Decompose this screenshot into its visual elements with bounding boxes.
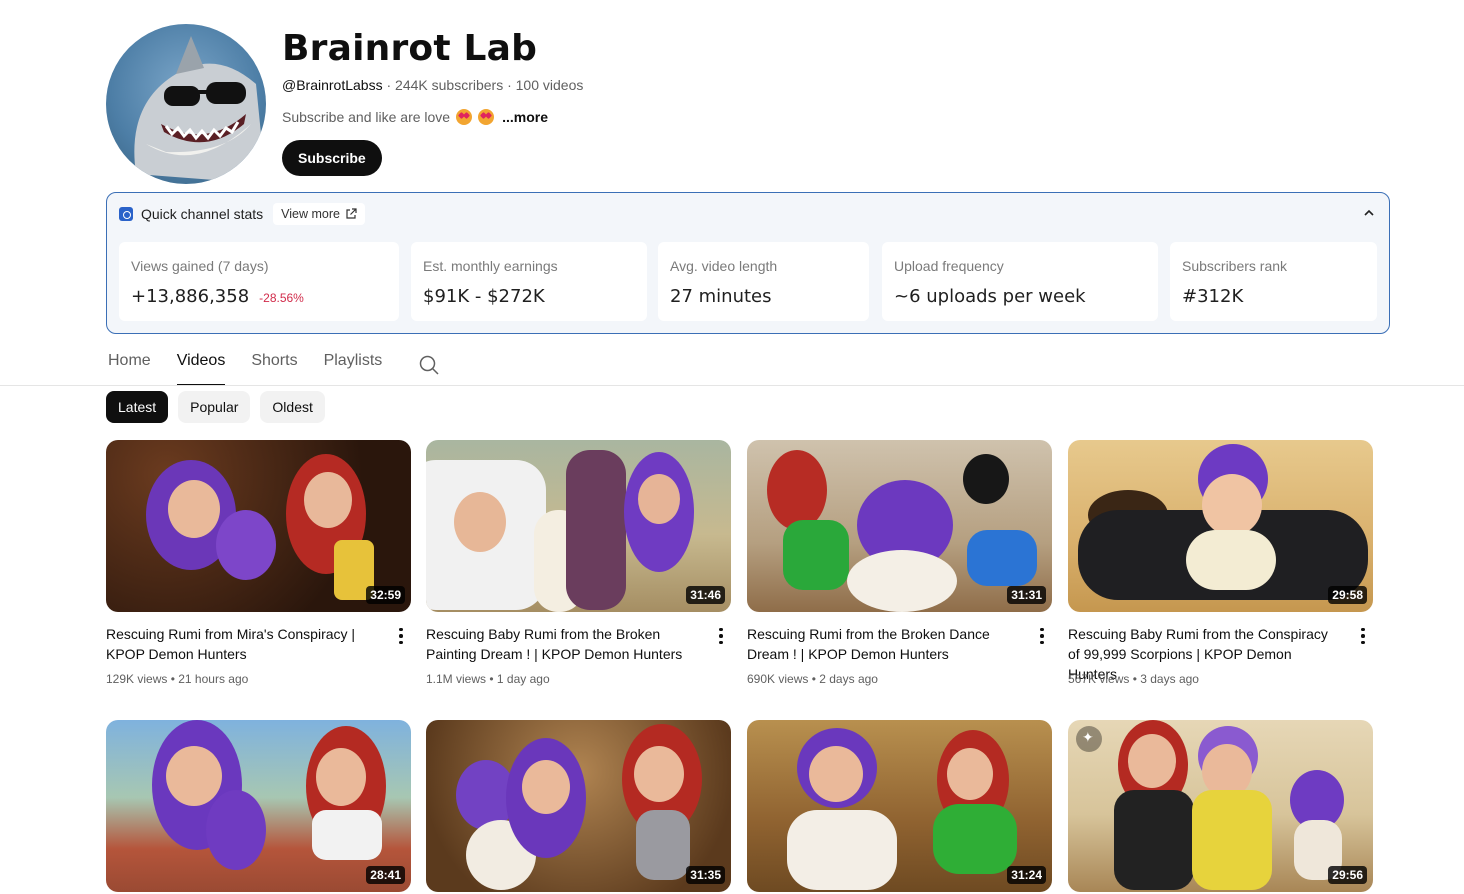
tab-home[interactable]: Home [108,350,151,386]
video-age: 1 day ago [496,672,550,686]
stat-label: Est. monthly earnings [423,258,558,274]
video-duration: 31:46 [686,586,725,604]
tab-videos[interactable]: Videos [176,350,225,386]
stat-label: Subscribers rank [1182,258,1288,274]
shark-avatar-image [134,36,266,184]
stat-label: Views gained (7 days) [131,258,269,274]
video-card[interactable]: 31:46 Rescuing Baby Rumi from the Broken… [426,440,731,686]
video-views: 567K views [1068,672,1130,686]
video-thumbnail[interactable]: 31:31 [747,440,1052,612]
video-duration: 31:31 [1007,586,1046,604]
tab-shorts[interactable]: Shorts [251,350,297,386]
video-thumbnail[interactable]: 29:56 [1068,720,1373,892]
stat-label: Upload frequency [894,258,1004,274]
video-views: 129K views [106,672,168,686]
stat-card-views: Views gained (7 days) +13,886,358 -28.56% [119,242,399,321]
more-options-icon[interactable] [1355,626,1371,646]
stats-title: Quick channel stats [141,206,264,222]
video-duration: 31:24 [1007,866,1046,884]
description-text: Subscribe and like are love [282,109,451,125]
more-link[interactable]: ...more [502,109,548,125]
stats-extension-icon [119,207,133,221]
stat-value: #312K [1182,286,1244,307]
video-thumbnail[interactable]: 28:41 [106,720,411,892]
video-card[interactable]: 29:56 [1068,720,1373,892]
video-duration: 29:56 [1328,866,1367,884]
video-title[interactable]: Rescuing Baby Rumi from the Broken Paint… [426,624,696,664]
video-meta: 690K views • 2 days ago [747,672,878,686]
video-card[interactable]: 28:41 [106,720,411,892]
channel-avatar[interactable] [106,24,266,184]
video-thumbnail[interactable]: 31:24 [747,720,1052,892]
video-duration: 31:35 [686,866,725,884]
video-views: 690K views [747,672,809,686]
video-views: 1.1M views [426,672,487,686]
chip-latest[interactable]: Latest [106,391,169,423]
tabs-divider [0,385,1464,386]
channel-counts: · 244K subscribers · 100 videos [386,77,584,93]
video-meta: 567K views • 3 days ago [1068,672,1199,686]
search-icon[interactable] [418,354,440,376]
channel-name: Brainrot Lab [282,28,538,69]
video-card[interactable]: 29:58 Rescuing Baby Rumi from the Conspi… [1068,440,1373,686]
more-options-icon[interactable] [1034,626,1050,646]
video-title[interactable]: Rescuing Rumi from the Broken Dance Drea… [747,624,1017,664]
stat-value: 27 minutes [670,286,772,307]
video-thumbnail[interactable]: 31:35 [426,720,731,892]
video-duration: 32:59 [366,586,405,604]
channel-tabs: Home Videos Shorts Playlists [108,350,440,386]
stat-card-video-length: Avg. video length 27 minutes [658,242,869,321]
stat-card-earnings: Est. monthly earnings $91K - $272K [411,242,647,321]
stat-label: Avg. video length [670,258,778,274]
star-struck-emoji-icon [478,109,495,125]
channel-meta: @BrainrotLabss · 244K subscribers · 100 … [282,77,583,93]
video-thumbnail[interactable]: 29:58 [1068,440,1373,612]
views-change-badge: -28.56% [259,291,304,305]
video-age: 21 hours ago [178,672,249,686]
star-struck-emoji-icon [456,109,473,125]
view-more-button[interactable]: View more [273,203,365,225]
channel-handle[interactable]: @BrainrotLabss [282,77,383,93]
views-gained-value: +13,886,358 [131,286,250,307]
more-options-icon[interactable] [393,626,409,646]
chip-popular[interactable]: Popular [178,391,251,423]
video-age: 2 days ago [819,672,878,686]
stat-card-upload-frequency: Upload frequency ~6 uploads per week [882,242,1158,321]
tab-playlists[interactable]: Playlists [324,350,383,386]
stat-card-subscribers-rank: Subscribers rank #312K [1170,242,1377,321]
video-meta: 1.1M views • 1 day ago [426,672,550,686]
video-meta: 129K views • 21 hours ago [106,672,249,686]
video-duration: 29:58 [1328,586,1367,604]
ai-sparkle-icon [1076,726,1102,752]
chip-oldest[interactable]: Oldest [260,391,325,423]
external-link-icon [346,208,357,219]
video-title[interactable]: Rescuing Rumi from Mira's Conspiracy | K… [106,624,376,664]
video-duration: 28:41 [366,866,405,884]
subscribe-button[interactable]: Subscribe [282,140,382,176]
video-thumbnail[interactable]: 32:59 [106,440,411,612]
video-card[interactable]: 31:31 Rescuing Rumi from the Broken Danc… [747,440,1052,686]
video-thumbnail[interactable]: 31:46 [426,440,731,612]
video-card[interactable]: 31:24 [747,720,1052,892]
stat-value: ~6 uploads per week [894,286,1086,307]
channel-description[interactable]: Subscribe and like are love ...more [282,109,548,125]
view-more-label: View more [281,207,340,221]
sort-chips: Latest Popular Oldest [106,391,325,423]
chevron-up-icon[interactable] [1363,207,1375,219]
stat-value: +13,886,358 -28.56% [131,286,304,307]
more-options-icon[interactable] [713,626,729,646]
video-age: 3 days ago [1140,672,1199,686]
video-card[interactable]: 32:59 Rescuing Rumi from Mira's Conspira… [106,440,411,686]
quick-channel-stats-panel: Quick channel stats View more Views gain… [106,192,1390,334]
stat-value: $91K - $272K [423,286,545,307]
video-card[interactable]: 31:35 [426,720,731,892]
stats-header: Quick channel stats View more [119,203,365,225]
